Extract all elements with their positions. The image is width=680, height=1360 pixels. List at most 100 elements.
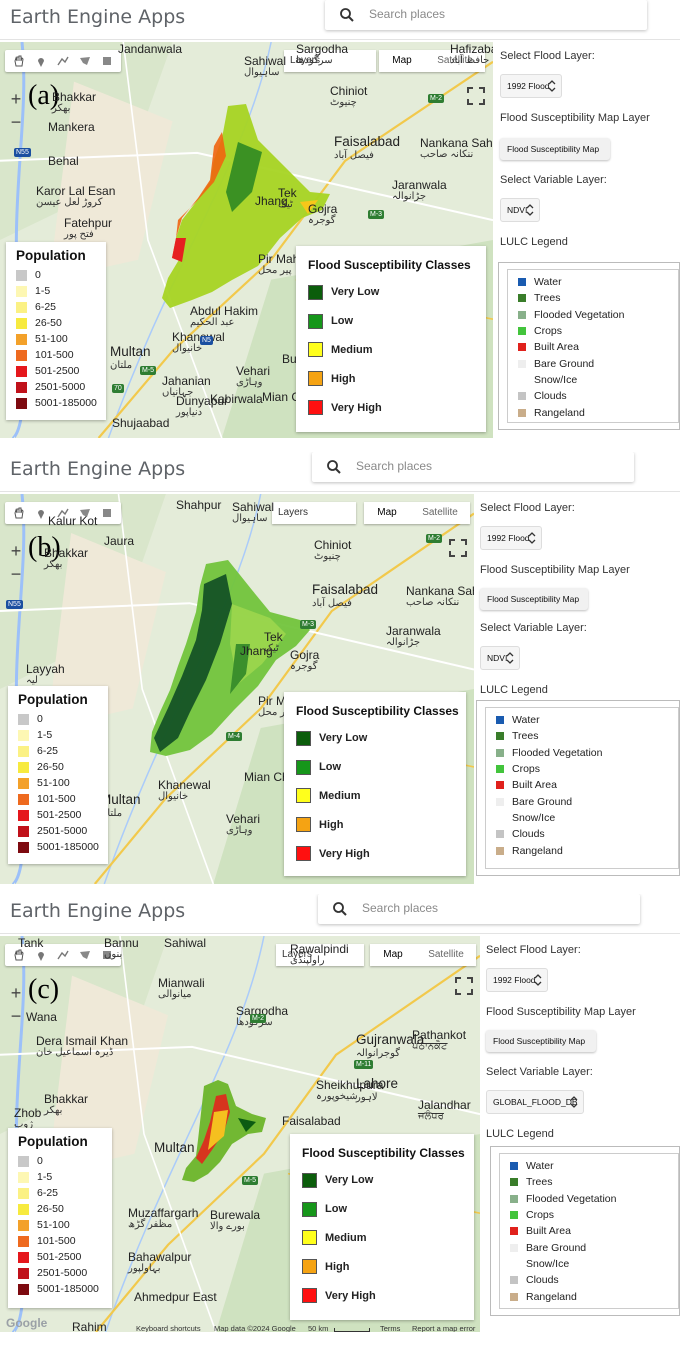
flood-layer-select[interactable]: 1992 Flood — [480, 526, 542, 550]
map-type-map-button[interactable]: Map — [364, 502, 410, 524]
lulc-legend-label: Clouds — [512, 828, 545, 841]
rectangle-icon[interactable] — [96, 502, 118, 524]
map-type-satellite-button[interactable]: Satellite — [416, 944, 476, 966]
polygon-icon[interactable] — [74, 944, 96, 966]
layers-button[interactable]: Layers — [272, 502, 356, 524]
lulc-legend-label: Bare Ground — [512, 795, 573, 808]
app-title: Earth Engine Apps — [10, 458, 186, 480]
line-icon[interactable] — [52, 50, 74, 72]
flood-layer-select[interactable]: 1992 Flood — [500, 74, 562, 98]
variable-layer-select[interactable]: GLOBAL_FLOOD_DB — [486, 1090, 584, 1114]
marker-icon[interactable] — [30, 50, 52, 72]
search-input[interactable]: Search places — [318, 894, 640, 924]
lulc-swatch — [496, 846, 504, 855]
map-type-map-button[interactable]: Map — [379, 50, 425, 72]
population-legend-label: 2501-5000 — [35, 381, 86, 393]
lulc-legend-label: Trees — [526, 1176, 553, 1189]
map-type-map-button[interactable]: Map — [370, 944, 416, 966]
search-input[interactable]: Search places — [325, 0, 647, 30]
map-canvas[interactable]: Layers Map Satellite + − (b) Faisalabad فیصل آب… — [0, 494, 474, 884]
population-legend-item: 101-500 — [18, 1233, 112, 1249]
population-swatch — [18, 809, 29, 821]
chevron-updown-icon — [548, 79, 556, 93]
flood-susceptibility-legend-item: Very High — [308, 393, 486, 422]
variable-layer-select[interactable]: NDVI — [480, 646, 520, 670]
keyboard-shortcuts-link[interactable]: Keyboard shortcuts — [136, 1324, 201, 1332]
flood-susceptibility-legend-item: Low — [296, 753, 466, 782]
lulc-legend-list: Water Trees Flooded Vegetation Crops Built A… — [507, 269, 679, 423]
fullscreen-icon[interactable] — [448, 538, 470, 560]
flood-susceptibility-legend-title: Flood Susceptibility Classes — [302, 1146, 465, 1160]
map-type-satellite-button[interactable]: Satellite — [410, 502, 470, 524]
susceptibility-swatch — [296, 846, 311, 862]
population-legend: Population 0 1-5 6-25 26-50 51-100 101-500 501-… — [8, 686, 108, 864]
map-place-label-urdu: ٹیک — [264, 643, 279, 654]
fullscreen-icon[interactable] — [466, 86, 488, 108]
population-legend-label: 51-100 — [37, 777, 70, 789]
population-swatch — [16, 269, 27, 281]
zoom-out-button[interactable]: − — [6, 1005, 26, 1028]
population-legend-item: 501-2500 — [18, 1249, 112, 1265]
lulc-legend-label: Crops — [534, 325, 563, 338]
map-place-label-urdu: حافظ آباد — [450, 55, 490, 66]
hand-icon[interactable] — [8, 50, 30, 72]
map-place-label: Jalandhar — [418, 1098, 471, 1112]
lulc-swatch — [518, 310, 526, 319]
flood-layer-select[interactable]: 1992 Flood — [486, 968, 548, 992]
map-place-label: Jaura — [104, 534, 135, 548]
zoom-out-button[interactable]: − — [6, 563, 26, 586]
map-place-label-urdu: پیر محل — [258, 265, 292, 276]
lulc-legend-item: Snow/Ice — [518, 372, 678, 388]
fullscreen-icon[interactable] — [454, 976, 476, 998]
zoom-in-button[interactable]: + — [6, 982, 26, 1005]
control-sidebar: Select Flood Layer: 1992 Flood Flood Susce… — [498, 42, 680, 438]
flood-susceptibility-map-button[interactable]: Flood Susceptibility Map — [486, 1030, 596, 1052]
map-place-label: Hafizabad — [450, 42, 493, 56]
road-shield: M-11 — [354, 1060, 374, 1069]
road-shield: M-4 — [226, 732, 243, 741]
search-input[interactable]: Search places — [312, 452, 634, 482]
variable-layer-select[interactable]: NDVI — [500, 198, 540, 222]
map-canvas[interactable]: Layers Map Satellite + − (a) Faisalabad فیصل آب… — [0, 42, 493, 438]
flood-susceptibility-legend-item: Low — [302, 1195, 474, 1224]
map-place-label: Nankana Sahib — [406, 584, 474, 598]
population-legend-label: 51-100 — [35, 333, 68, 345]
rectangle-icon[interactable] — [96, 50, 118, 72]
map-place-label: Gojra — [308, 202, 338, 216]
map-place-label-urdu: وہاڑی — [236, 377, 263, 388]
lulc-legend-label: Flooded Vegetation — [534, 308, 625, 321]
population-legend-label: 101-500 — [37, 793, 76, 805]
flood-susceptibility-map-button[interactable]: Flood Susceptibility Map — [500, 138, 610, 160]
lulc-legend-item: Trees — [510, 1174, 678, 1190]
hand-icon[interactable] — [8, 502, 30, 524]
map-place-label-urdu: فیصل آباد — [334, 150, 374, 161]
lulc-swatch — [496, 716, 504, 725]
map-place-label: Jaranwala — [392, 178, 447, 192]
population-swatch — [16, 397, 27, 409]
road-shield: N55 — [14, 148, 31, 157]
flood-layer-select-value: 1992 Flood — [487, 533, 530, 543]
lulc-legend-label: Water — [526, 1160, 554, 1173]
population-legend-item: 0 — [18, 711, 108, 727]
zoom-out-button[interactable]: − — [6, 111, 26, 134]
population-legend-label: 101-500 — [35, 349, 74, 361]
map-place-label-urdu: شیخوپورہ — [316, 1091, 358, 1102]
polygon-icon[interactable] — [74, 50, 96, 72]
population-legend-label: 6-25 — [35, 301, 57, 313]
map-canvas[interactable]: Layers Map Satellite + − (c) Rawalpindi راولپنڈ… — [0, 936, 480, 1332]
report-map-error-link[interactable]: Report a map error — [412, 1324, 475, 1332]
population-legend-item: 6-25 — [16, 299, 106, 315]
flood-susceptibility-map-button[interactable]: Flood Susceptibility Map — [480, 588, 588, 610]
map-place-label: Faisalabad — [282, 1114, 341, 1128]
terms-link[interactable]: Terms — [380, 1324, 400, 1332]
zoom-in-button[interactable]: + — [6, 88, 26, 111]
lulc-swatch — [518, 408, 526, 417]
lulc-legend-list: Water Trees Flooded Vegetation Crops Built A… — [485, 707, 679, 869]
lulc-legend-item: Bare Ground — [518, 355, 678, 371]
population-legend-item: 51-100 — [16, 331, 106, 347]
lulc-swatch — [510, 1194, 518, 1203]
zoom-control: + − — [6, 88, 26, 134]
zoom-in-button[interactable]: + — [6, 540, 26, 563]
susceptibility-legend-label: Very High — [319, 847, 370, 860]
line-icon[interactable] — [52, 944, 74, 966]
